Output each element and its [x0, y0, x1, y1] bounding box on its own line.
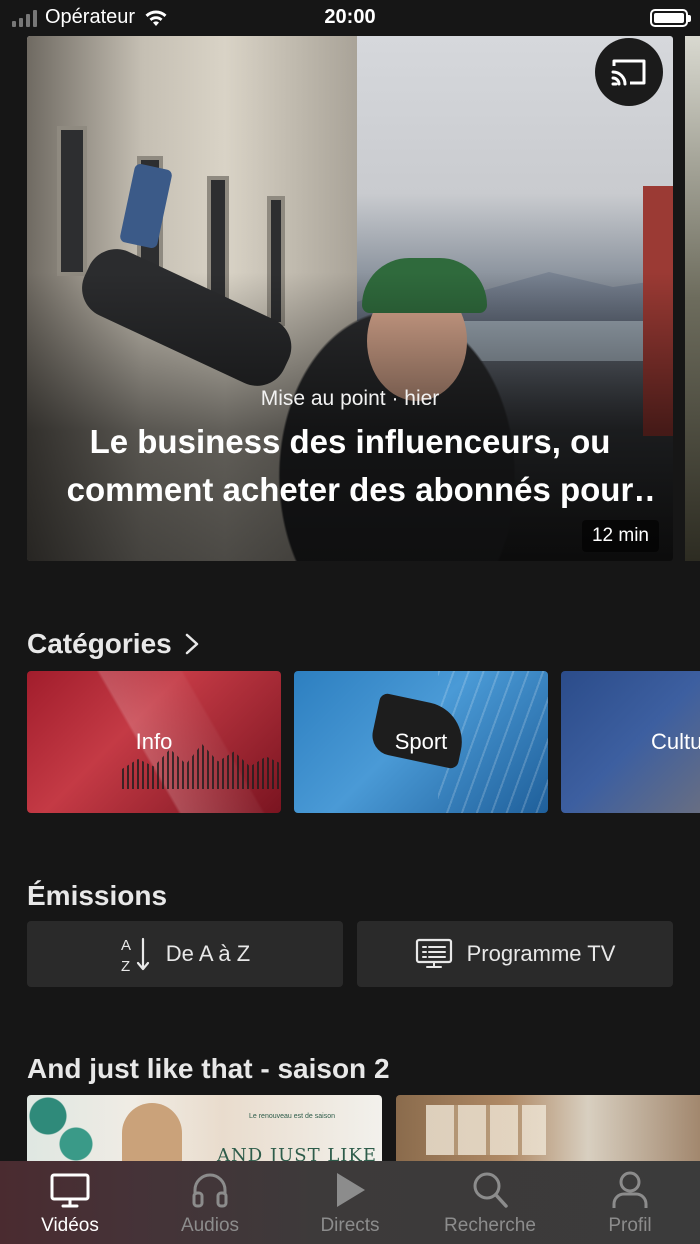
- emissions-title: Émissions: [27, 880, 168, 911]
- tab-label: Audios: [180, 1215, 240, 1236]
- category-label: Info: [135, 729, 173, 754]
- program-tv-button[interactable]: Programme TV: [357, 921, 673, 987]
- episode-thumbnail[interactable]: Le renouveau est de saison AND JUST LIKE…: [27, 1095, 382, 1165]
- status-bar: Opérateur 20:00: [0, 0, 700, 36]
- az-button[interactable]: A Z De A à Z: [27, 921, 343, 987]
- category-tile-info[interactable]: Info: [27, 671, 281, 813]
- status-time: 20:00: [324, 6, 376, 28]
- thumbnail-tagline: Le renouveau est de saison: [249, 1113, 336, 1120]
- hero-card[interactable]: Mise au point · hier Le business des inf…: [27, 36, 673, 561]
- tab-bar: Vidéos Audios Directs Recherche Profil: [0, 1161, 700, 1244]
- category-label: Sport: [394, 729, 448, 754]
- az-label: De A à Z: [165, 941, 251, 966]
- tab-label: Vidéos: [41, 1215, 99, 1236]
- tab-recherche[interactable]: Recherche: [420, 1161, 560, 1244]
- sort-az-icon: A Z: [121, 937, 149, 974]
- hero-title: Le business des influenceurs, ou comment…: [66, 423, 634, 508]
- tab-label: Profil: [608, 1215, 652, 1236]
- svg-text:A: A: [121, 937, 131, 954]
- tab-label: Recherche: [444, 1215, 536, 1236]
- tab-label: Directs: [320, 1215, 380, 1236]
- emissions-buttons: A Z De A à Z Programme TV: [27, 921, 673, 987]
- cast-icon: [611, 59, 646, 86]
- hero-meta: Mise au point · hier: [260, 387, 440, 410]
- tab-profil[interactable]: Profil: [560, 1161, 700, 1244]
- categories-title: Catégories: [27, 628, 172, 659]
- person-icon: [612, 1171, 648, 1208]
- play-icon: [337, 1173, 365, 1207]
- tab-audios[interactable]: Audios: [140, 1161, 280, 1244]
- tv-icon: [50, 1173, 90, 1208]
- tab-videos[interactable]: Vidéos: [0, 1161, 140, 1244]
- tv-guide-icon: [415, 938, 452, 968]
- duration-badge: 12 min: [581, 520, 659, 552]
- headphones-icon: [192, 1173, 228, 1208]
- category-tile-sport[interactable]: Sport: [294, 671, 548, 813]
- show-title[interactable]: And just like that - saison 2: [27, 1053, 390, 1085]
- program-tv-label: Programme TV: [466, 941, 616, 966]
- categories-row: Info Sport Cultu: [27, 671, 700, 813]
- categories-header[interactable]: Catégories: [27, 628, 200, 660]
- episode-thumbnail[interactable]: [396, 1095, 700, 1165]
- search-icon: [473, 1172, 508, 1208]
- next-hero-card[interactable]: [685, 36, 700, 561]
- svg-text:Z: Z: [121, 958, 130, 974]
- category-label: Cultu: [651, 729, 700, 754]
- category-tile-culture[interactable]: Cultu: [561, 671, 700, 813]
- battery-icon: [650, 9, 691, 27]
- show-episodes-row: Le renouveau est de saison AND JUST LIKE…: [27, 1095, 700, 1165]
- tab-directs[interactable]: Directs: [280, 1161, 420, 1244]
- cast-button[interactable]: [595, 38, 663, 106]
- chevron-right-icon: [185, 633, 198, 655]
